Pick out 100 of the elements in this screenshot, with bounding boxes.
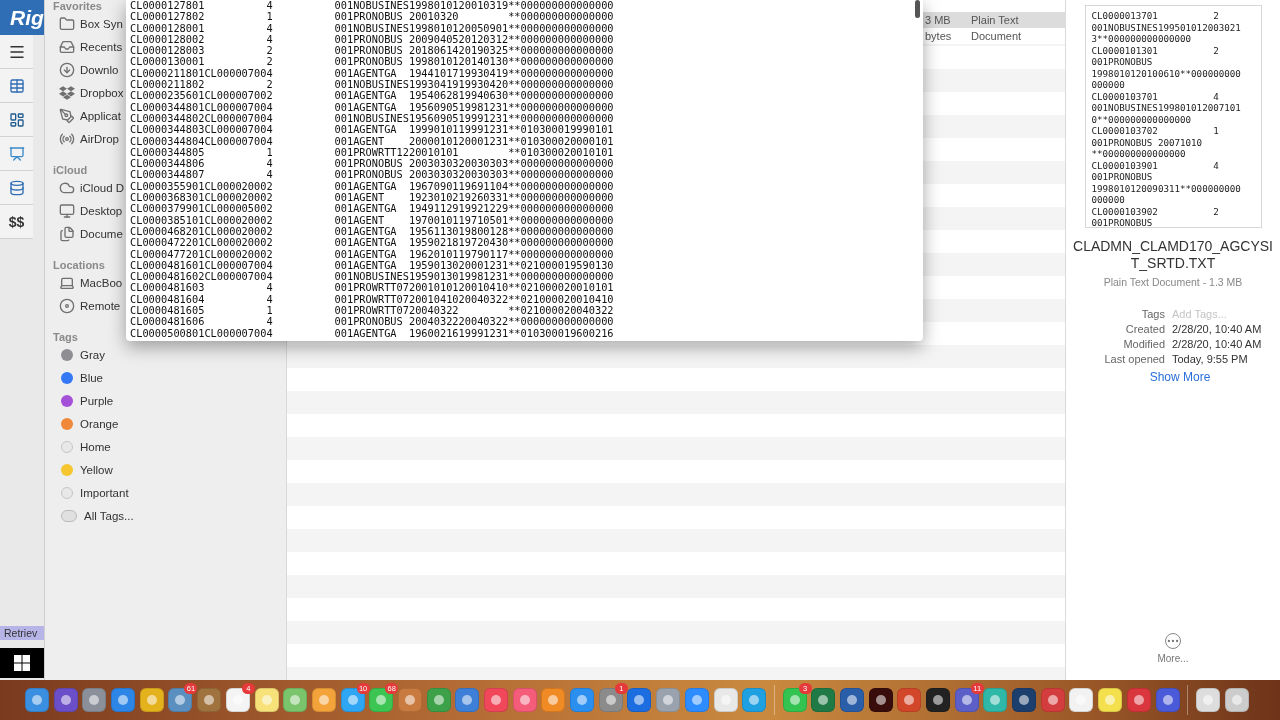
sidebar-item[interactable]: All Tags... — [53, 504, 134, 527]
app-icon[interactable] — [868, 688, 893, 712]
app-icon[interactable] — [139, 688, 164, 712]
app-icon[interactable] — [1126, 688, 1151, 712]
sidebar-item[interactable]: Yellow — [53, 458, 113, 481]
show-more-link[interactable]: Show More — [1149, 370, 1211, 384]
sidebar-item[interactable]: Box Syn — [53, 12, 123, 35]
app-icon[interactable] — [225, 688, 250, 712]
app-icon[interactable] — [983, 688, 1008, 712]
sidebar-item[interactable]: Remote — [53, 294, 121, 317]
app-icon[interactable] — [311, 688, 336, 712]
app-icon[interactable] — [713, 688, 738, 712]
text-line: CL0000127801 4 001NOBUSINES1998010120010319**000000000000000 — [130, 0, 614, 12]
app-icon[interactable] — [1040, 688, 1065, 712]
sidebar-item[interactable]: Downlo — [53, 58, 119, 81]
preview-line: 1998010120100610**000000000 — [1091, 67, 1242, 79]
download-icon — [59, 61, 75, 78]
app-icon[interactable] — [197, 688, 222, 712]
app-icon[interactable] — [1195, 688, 1220, 712]
preview-line: 000000 — [1091, 194, 1126, 206]
app-icon[interactable] — [254, 688, 279, 712]
app-icon[interactable] — [839, 688, 864, 712]
app-icon[interactable] — [369, 688, 394, 712]
preview-line: 001NOBUSINES199801012007101 — [1091, 102, 1242, 114]
scrollbar-thumb[interactable] — [915, 0, 920, 18]
dashboard-button[interactable] — [0, 103, 33, 137]
app-icon[interactable] — [782, 688, 807, 712]
app-icon[interactable] — [111, 688, 136, 712]
app-icon[interactable] — [897, 688, 922, 712]
text-line: CL0000481606 4 001PRONOBUS 2004032220040322**000000000000000 — [130, 316, 614, 328]
preview-line: CL0000013701 2 — [1091, 10, 1220, 22]
app-icon[interactable] — [954, 688, 979, 712]
sidebar-item[interactable]: MacBoo — [53, 271, 123, 294]
database-button[interactable] — [0, 171, 33, 205]
dropbox-icon — [59, 84, 75, 101]
app-icon[interactable] — [168, 688, 193, 712]
table-icon — [8, 77, 25, 94]
sidebar-item[interactable]: Purple — [53, 389, 114, 412]
text-line: CL0000500801CL000007004 001AGENTGA 1960021619991231**010300019600216 — [130, 327, 614, 339]
pen-tool-icon — [59, 107, 75, 124]
sidebar-item[interactable]: Home — [53, 435, 111, 458]
windows-button[interactable] — [0, 648, 44, 678]
app-icon[interactable] — [82, 688, 107, 712]
app-icon[interactable] — [25, 688, 49, 712]
dollar-button[interactable]: $$ — [0, 205, 33, 239]
meta-label: Last opened — [1103, 353, 1165, 366]
app-icon[interactable] — [1069, 688, 1094, 712]
text-line: CL0000128002 4 001PRONOBUS 2009040520120312**000000000000000 — [130, 33, 614, 46]
sidebar-item[interactable]: Dropbox — [53, 81, 124, 104]
text-line: CL0000379901CL000005002 001AGENTGA 1949112919921229**000000000000000 — [130, 203, 614, 215]
sidebar-item[interactable]: Desktop — [53, 199, 123, 222]
text-line: CL0000128001 4 001NOBUSINES1998010120050901**000000000000000 — [130, 22, 614, 34]
meta-value: Today, 9:55 PM — [1172, 353, 1249, 366]
app-icon[interactable] — [1012, 688, 1037, 712]
menu-button[interactable] — [0, 35, 33, 69]
sidebar-item[interactable]: Orange — [53, 412, 119, 435]
app-icon[interactable] — [1224, 688, 1249, 712]
text-line: CL0000481603 4 001PROWRTT072001010120010410**021000020010101 — [130, 282, 614, 294]
meta-label: Modified — [1122, 338, 1165, 351]
sidebar-item[interactable]: Recents — [53, 35, 123, 58]
app-icon[interactable] — [283, 688, 308, 712]
preview-line: **000000000000000 — [1091, 148, 1187, 160]
app-logo[interactable]: Rig — [0, 0, 44, 35]
preview-line: CL0000103902 2 — [1091, 205, 1220, 217]
app-icon[interactable] — [1098, 688, 1123, 712]
sidebar-item[interactable]: Applicat — [53, 104, 121, 127]
text-line: CL0000477201CL000020002 001AGENTGA 1962010119790117**000000000000000 — [130, 248, 614, 260]
retrieve-tab[interactable]: Retriev — [0, 626, 44, 640]
sidebar-item[interactable]: Important — [53, 481, 129, 504]
more-button[interactable]: More... — [1157, 633, 1189, 664]
preview-line: CL0000103701 4 — [1091, 90, 1220, 102]
app-icon[interactable] — [455, 688, 480, 712]
meta-value: 2/28/20, 10:40 AM — [1172, 323, 1263, 336]
database-icon — [8, 179, 25, 196]
preview-line: 001PRONOBUS — [1091, 56, 1154, 68]
text-line: CL0000211802 2 001NOBUSINES1993041919930420**000000000000000 — [130, 79, 614, 91]
document-icon — [59, 225, 75, 242]
tag-dot — [61, 486, 73, 499]
folder-icon — [59, 15, 75, 32]
app-icon[interactable] — [53, 688, 78, 712]
preview-line: 000000 — [1091, 79, 1126, 91]
section-heading: Locations — [53, 259, 105, 271]
app-icon[interactable] — [1155, 688, 1180, 712]
meta-label: Tags — [1140, 308, 1165, 321]
chart-icon — [8, 145, 25, 162]
sidebar-item[interactable]: iCloud D — [53, 176, 125, 199]
app-icon[interactable] — [627, 688, 652, 712]
app-icon[interactable] — [340, 688, 365, 712]
sidebar-item[interactable]: Gray — [53, 343, 105, 366]
meta-value: 2/28/20, 10:40 AM — [1172, 338, 1263, 351]
text-line: CL0000481605 1 001PROWRTT0720040322 **021000020040322 — [130, 305, 614, 317]
chart-button[interactable] — [0, 137, 33, 171]
table-button[interactable] — [0, 69, 33, 103]
section-heading: iCloud — [53, 164, 88, 176]
app-icon[interactable] — [926, 688, 950, 712]
windows-icon — [14, 655, 30, 671]
sidebar-item[interactable]: Docume — [53, 222, 123, 245]
sidebar-item[interactable]: AirDrop — [53, 127, 119, 150]
sidebar-item[interactable]: Blue — [53, 366, 104, 389]
app-icon[interactable] — [811, 688, 836, 712]
